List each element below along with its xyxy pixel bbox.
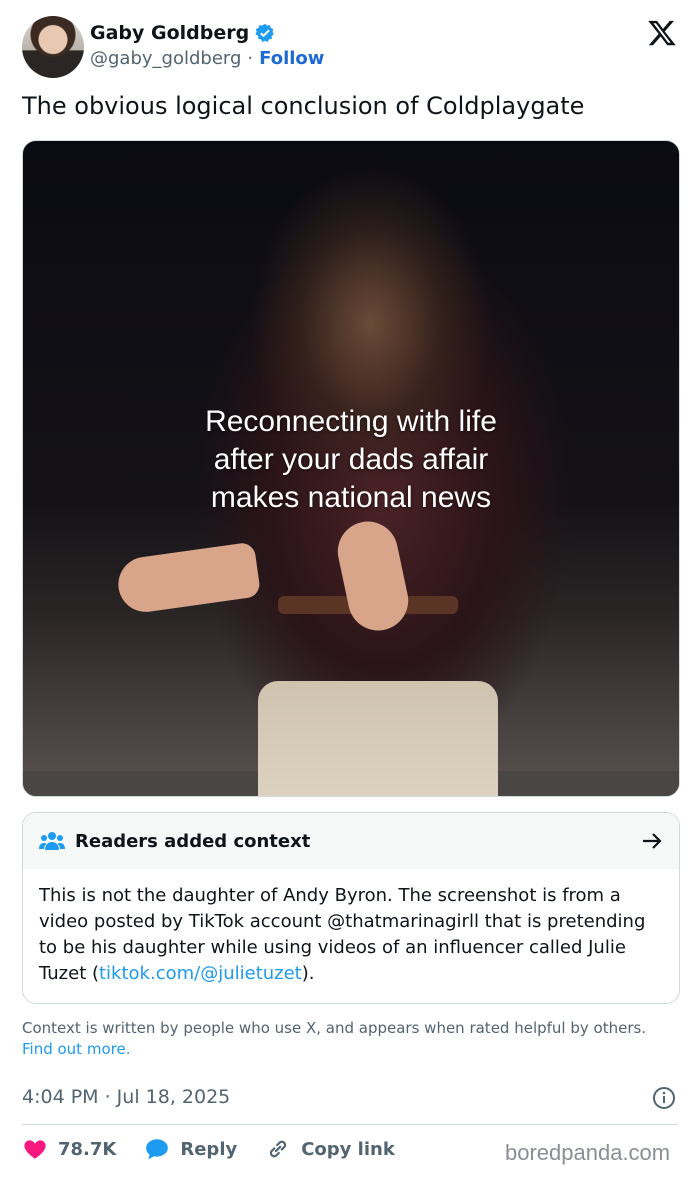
context-note-text: Context is written by people who use X, … [22, 1019, 647, 1037]
find-out-more-link[interactable]: Find out more. [22, 1040, 130, 1058]
copy-link-button[interactable]: Copy link [265, 1136, 395, 1162]
left-hand-shape [114, 541, 262, 616]
arrow-right-icon[interactable] [641, 831, 663, 851]
readers-context-box[interactable]: Readers added context This is not the da… [22, 812, 680, 1004]
action-bar: 78.7K Reply Copy link [22, 1136, 423, 1162]
reply-button[interactable]: Reply [144, 1136, 237, 1162]
link-icon [270, 1140, 287, 1158]
context-body: This is not the daughter of Andy Byron. … [23, 869, 679, 1001]
context-note: Context is written by people who use X, … [22, 1018, 672, 1060]
avatar[interactable] [22, 16, 84, 78]
divider [22, 1124, 678, 1125]
author-name-row: Gaby Goldberg [90, 22, 275, 44]
info-icon[interactable] [652, 1086, 676, 1110]
tweet-media[interactable]: Reconnecting with life after your dads a… [22, 140, 680, 797]
skirt-shape [258, 681, 498, 796]
timestamp[interactable]: 4:04 PM · Jul 18, 2025 [22, 1086, 230, 1108]
separator: · [247, 48, 254, 69]
context-header[interactable]: Readers added context [23, 813, 679, 869]
author-name[interactable]: Gaby Goldberg [90, 22, 249, 44]
author-handle[interactable]: @gaby_goldberg [90, 48, 241, 69]
like-count: 78.7K [58, 1138, 117, 1160]
people-icon [39, 832, 65, 850]
author-handle-row: @gaby_goldberg · Follow [90, 48, 324, 69]
x-logo-icon[interactable] [646, 18, 678, 48]
tweet-text: The obvious logical conclusion of Coldpl… [22, 92, 585, 120]
like-button[interactable]: 78.7K [22, 1136, 116, 1162]
copy-link-label: Copy link [301, 1138, 395, 1160]
verified-badge-icon [255, 23, 275, 42]
media-caption: Reconnecting with life after your dads a… [205, 405, 497, 514]
context-text-end: ). [301, 963, 315, 984]
heart-icon [24, 1140, 46, 1159]
context-link[interactable]: tiktok.com/@julietuzet [99, 963, 302, 984]
reply-label: Reply [180, 1138, 238, 1160]
watermark: boredpanda.com [505, 1140, 671, 1165]
right-hand-shape [332, 515, 414, 637]
reply-bubble-icon [146, 1139, 169, 1160]
follow-button[interactable]: Follow [259, 48, 324, 69]
context-title: Readers added context [75, 830, 311, 852]
